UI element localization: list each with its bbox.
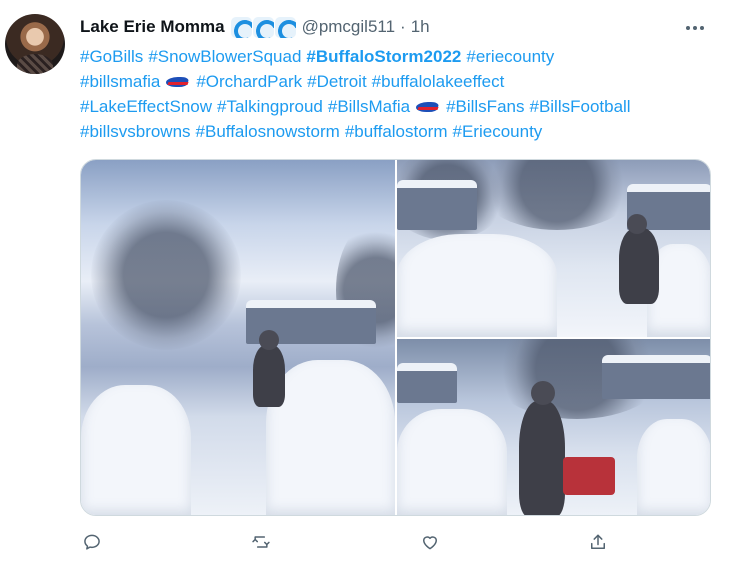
tweet-text-line: #LakeEffectSnow #Talkingproud #BillsMafia #… bbox=[80, 94, 720, 119]
share-button[interactable] bbox=[586, 530, 610, 554]
tweet-actions bbox=[80, 530, 620, 554]
water-wave-emoji bbox=[274, 16, 296, 38]
hashtag-link[interactable]: #Talkingproud bbox=[217, 94, 323, 119]
hashtag-link[interactable]: #BillsFans bbox=[446, 94, 524, 119]
retweet-icon bbox=[252, 536, 270, 548]
hashtag-link[interactable]: #BillsMafia bbox=[328, 94, 410, 119]
hashtag-link[interactable]: #OrchardPark bbox=[196, 69, 302, 94]
heart-icon bbox=[423, 536, 437, 550]
tweet[interactable]: Lake Erie Momma @pmcgil511 · 1h #GoBills… bbox=[0, 0, 731, 562]
avatar[interactable] bbox=[5, 14, 65, 74]
hashtag-link[interactable]: #billsvsbrowns bbox=[80, 119, 191, 144]
hashtag-link[interactable]: #GoBills bbox=[80, 44, 143, 69]
hashtag-link[interactable]: #billsmafia bbox=[80, 69, 160, 94]
author-handle[interactable]: @pmcgil511 bbox=[302, 17, 395, 37]
hashtag-link[interactable]: #LakeEffectSnow bbox=[80, 94, 212, 119]
tweet-header: Lake Erie Momma @pmcgil511 · 1h bbox=[80, 16, 430, 38]
reply-icon bbox=[84, 534, 100, 550]
tweet-time[interactable]: 1h bbox=[411, 17, 430, 37]
snow-clearing-photo-1[interactable] bbox=[81, 160, 395, 515]
share-icon bbox=[591, 534, 605, 549]
tweet-text-line: #billsmafia #OrchardPark #Detroit #buffalol… bbox=[80, 69, 720, 94]
hashtag-link[interactable]: #BillsFootball bbox=[529, 94, 630, 119]
buffalo-bills-emoji bbox=[166, 75, 190, 89]
snow-clearing-photo-2[interactable] bbox=[397, 160, 710, 337]
hashtag-link[interactable]: #BuffaloStorm2022 bbox=[306, 44, 461, 69]
more-options-icon[interactable] bbox=[683, 18, 707, 38]
author-emojis bbox=[230, 16, 296, 38]
author-name[interactable]: Lake Erie Momma bbox=[80, 17, 225, 37]
hashtag-link[interactable]: #Detroit bbox=[307, 69, 367, 94]
tweet-text-line: #billsvsbrowns #Buffalosnowstorm #buffalos… bbox=[80, 119, 720, 144]
hashtag-link[interactable]: #Eriecounty bbox=[453, 119, 543, 144]
separator-dot: · bbox=[400, 17, 406, 36]
like-button[interactable] bbox=[418, 530, 442, 554]
water-wave-emoji bbox=[230, 16, 252, 38]
buffalo-bills-emoji bbox=[416, 100, 440, 114]
hashtag-link[interactable]: #SnowBlowerSquad bbox=[148, 44, 301, 69]
media-grid bbox=[80, 159, 711, 516]
tweet-text-line: #GoBills #SnowBlowerSquad #BuffaloStorm202… bbox=[80, 44, 720, 69]
water-wave-emoji bbox=[252, 16, 274, 38]
snow-clearing-photo-3[interactable] bbox=[397, 339, 710, 515]
hashtag-link[interactable]: #eriecounty bbox=[466, 44, 554, 69]
retweet-button[interactable] bbox=[249, 530, 273, 554]
hashtag-link[interactable]: #buffalolakeeffect bbox=[372, 69, 505, 94]
hashtag-link[interactable]: #buffalostorm bbox=[345, 119, 448, 144]
tweet-text: #GoBills #SnowBlowerSquad #BuffaloStorm202… bbox=[80, 44, 720, 144]
hashtag-link[interactable]: #Buffalosnowstorm bbox=[196, 119, 340, 144]
reply-button[interactable] bbox=[80, 530, 104, 554]
